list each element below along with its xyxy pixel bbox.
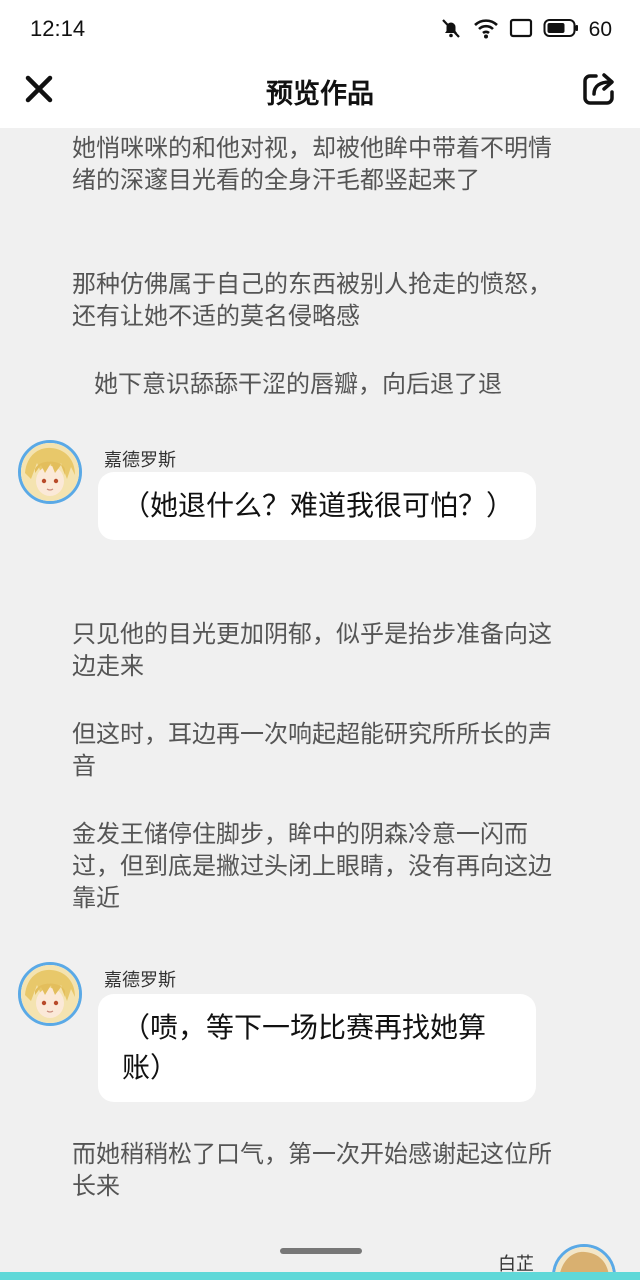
story-content[interactable]: 她悄咪咪的和他对视，却被他眸中带着不明情绪的深邃目光看的全身汗毛都竖起来了 那种… xyxy=(0,128,640,1280)
preview-screen: 12:14 60 预览作品 她悄咪咪的和他对视，却被他眸中带着不明情绪的深邃目光… xyxy=(0,0,640,1280)
narration-paragraph: 但这时，耳边再一次响起超能研究所所长的声音 xyxy=(72,720,552,780)
battery-icon xyxy=(543,18,579,42)
status-bar: 12:14 60 xyxy=(0,0,640,62)
narration-paragraph: 而她稍稍松了口气，第一次开始感谢起这位所长来 xyxy=(72,1140,552,1200)
narration-paragraph: 那种仿佛属于自己的东西被别人抢走的愤怒，还有让她不适的莫名侵略感 xyxy=(72,270,552,330)
speaker-name: 嘉德罗斯 xyxy=(104,450,176,471)
mute-bell-icon xyxy=(439,16,463,44)
narration-paragraph: 只见他的目光更加阴郁，似乎是抬步准备向这边走来 xyxy=(72,620,552,680)
page-title: 预览作品 xyxy=(266,79,374,110)
battery-level: 60 xyxy=(588,18,612,41)
narration-paragraph: 她悄咪咪的和他对视，却被他眸中带着不明情绪的深邃目光看的全身汗毛都竖起来了 xyxy=(72,134,552,194)
character-avatar[interactable] xyxy=(18,962,82,1026)
top-bar: 预览作品 xyxy=(0,62,640,128)
home-indicator[interactable] xyxy=(280,1248,362,1254)
character-avatar[interactable] xyxy=(18,440,82,504)
status-time: 12:14 xyxy=(30,16,86,41)
screen-icon xyxy=(509,17,533,43)
share-icon xyxy=(583,73,614,105)
dialogue-bubble: （她退什么？难道我很可怕？） xyxy=(98,472,536,540)
share-button[interactable] xyxy=(580,70,618,108)
wifi-icon xyxy=(473,17,499,43)
narration-paragraph: 她下意识舔舔干涩的唇瓣，向后退了退 xyxy=(94,370,502,398)
narration-paragraph: 金发王储停住脚步，眸中的阴森冷意一闪而过，但到底是撇过头闭上眼睛，没有再向这边靠… xyxy=(72,820,552,912)
speaker-name: 嘉德罗斯 xyxy=(104,970,176,991)
bottom-strip xyxy=(0,1272,640,1280)
status-icons: 60 xyxy=(439,16,612,44)
dialogue-bubble: （啧，等下一场比赛再找她算账） xyxy=(98,994,536,1102)
